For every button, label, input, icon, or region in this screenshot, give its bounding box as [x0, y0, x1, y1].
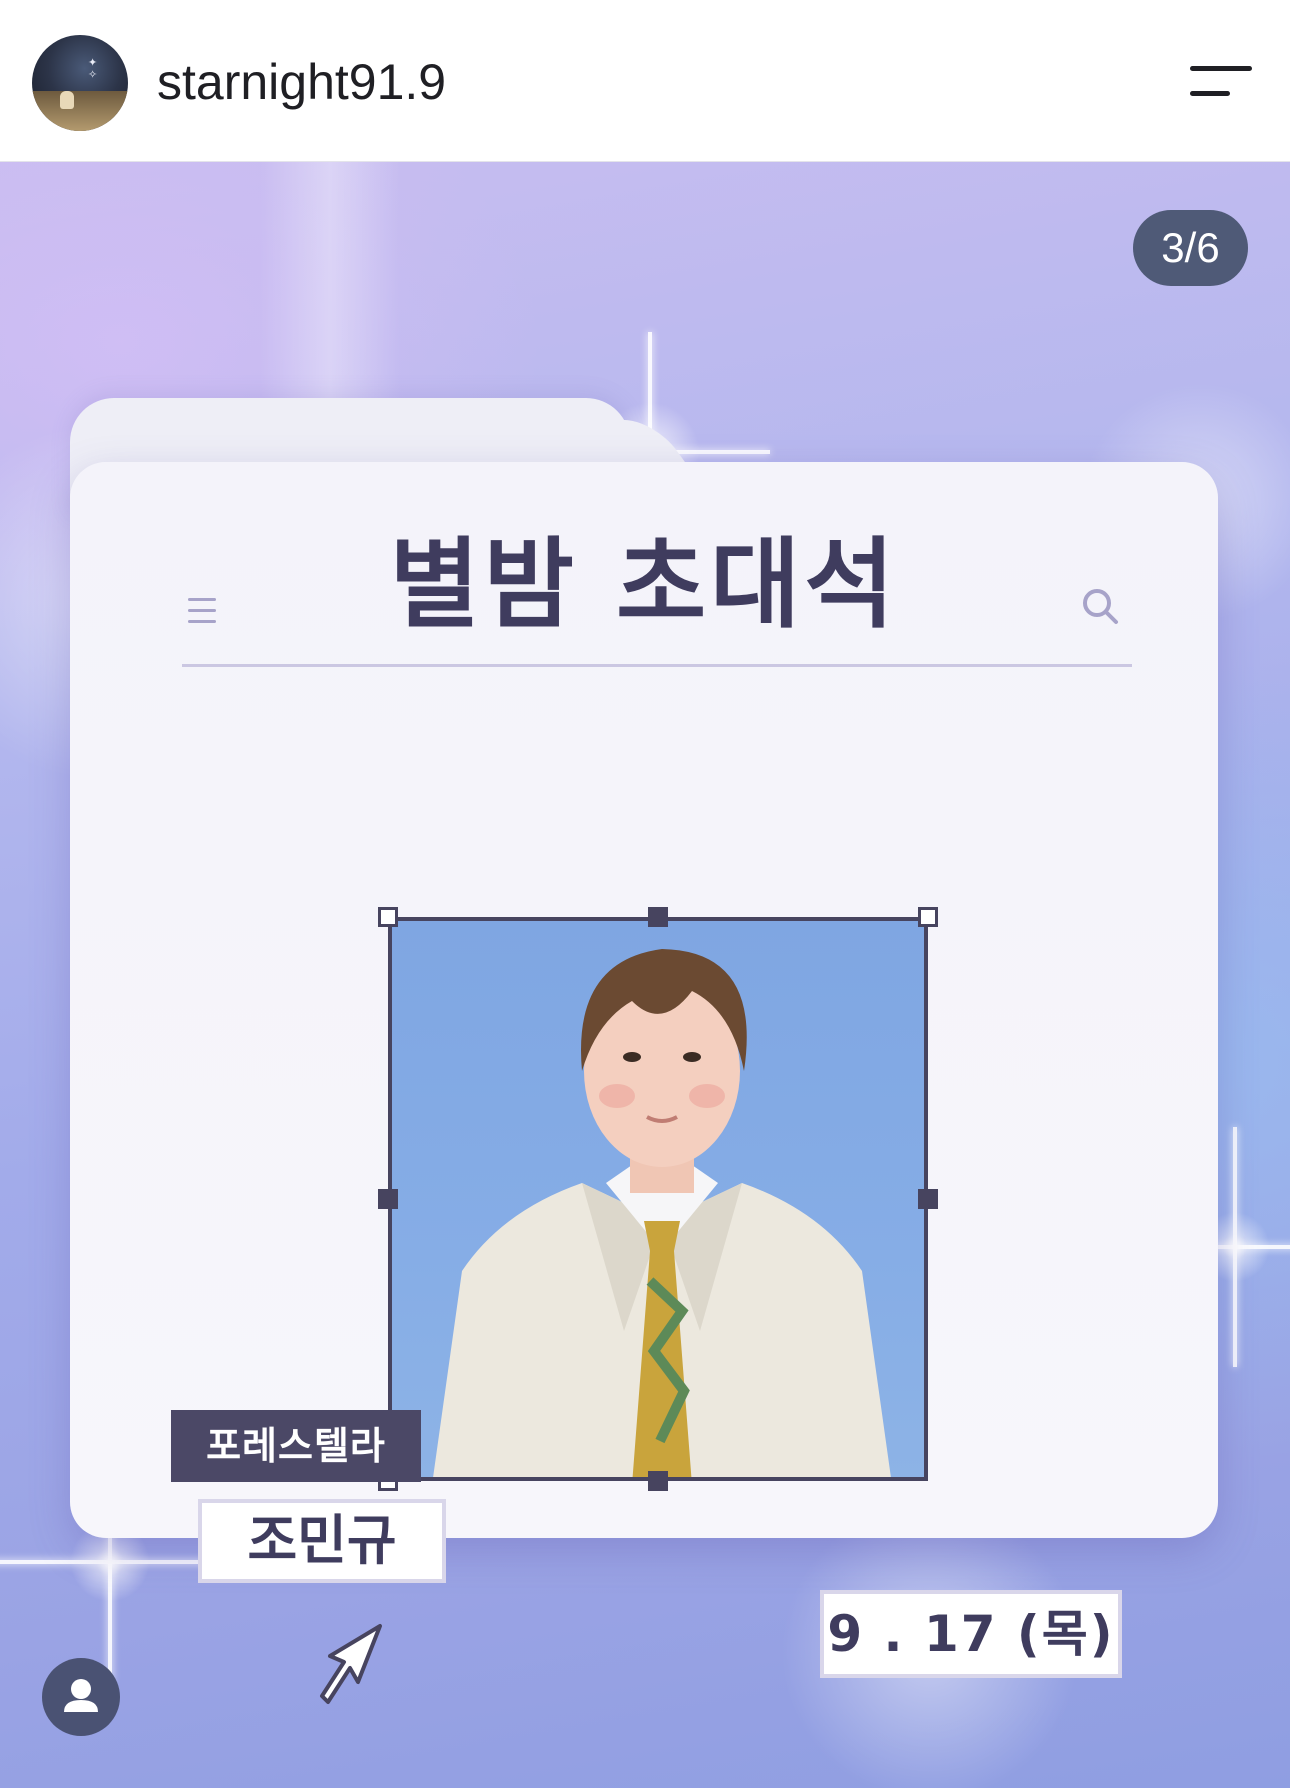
resize-handle	[918, 907, 938, 927]
avatar-stars: ✦ ✧	[88, 56, 98, 81]
folder-card: 별밤 초대석 포레스텔라 조민규 9 . 17 (목)	[70, 462, 1218, 1704]
resize-handle	[378, 1189, 398, 1209]
profile-avatar[interactable]: ✦ ✧	[32, 35, 128, 131]
person-glyph	[64, 1679, 98, 1712]
avatar-ground	[32, 91, 128, 131]
username[interactable]: starnight91.9	[157, 50, 446, 114]
search-icon	[1083, 589, 1118, 624]
card-divider	[182, 664, 1132, 667]
menu-icon-line	[1190, 91, 1230, 96]
guest-group-label: 포레스텔라	[171, 1410, 421, 1482]
cursor-icon	[320, 1624, 382, 1704]
post-image[interactable]: 3/6 별밤 초대석 포레스텔라 조민규 9 . 17 (목)	[0, 162, 1290, 1788]
avatar-figure	[60, 91, 74, 109]
menu-icon-line	[1190, 66, 1252, 71]
resize-handle	[378, 907, 398, 927]
guest-date-label: 9 . 17 (목)	[820, 1590, 1122, 1678]
card-title: 별밤 초대석	[389, 528, 899, 642]
resize-handle	[648, 1471, 668, 1491]
guest-portrait	[433, 949, 891, 1477]
resize-handle	[918, 1189, 938, 1209]
slide-counter: 3/6	[1133, 210, 1248, 286]
menu-icon[interactable]	[1190, 64, 1256, 104]
person-icon[interactable]	[42, 1658, 120, 1736]
post-header: ✦ ✧ starnight91.9	[0, 0, 1290, 162]
guest-photo	[388, 917, 928, 1481]
resize-handle	[648, 907, 668, 927]
guest-name-label: 조민규	[198, 1499, 446, 1583]
